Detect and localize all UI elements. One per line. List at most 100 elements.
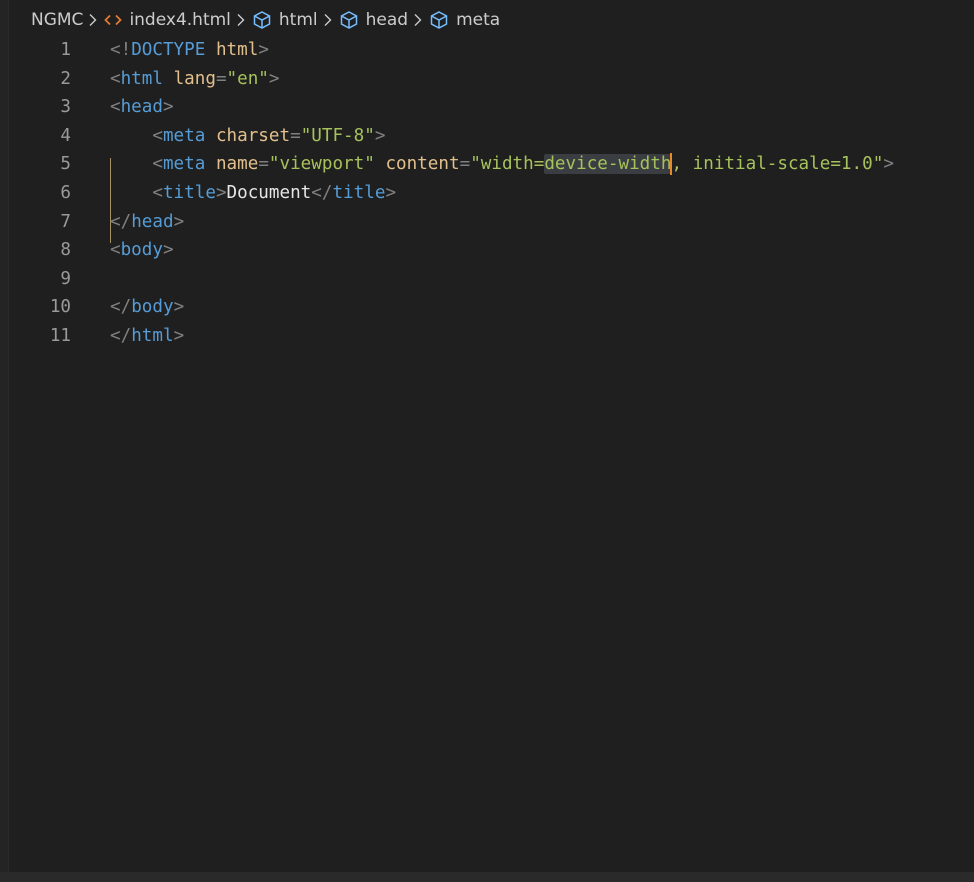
tag-bracket: > — [258, 40, 269, 60]
tag-bracket: > — [173, 211, 185, 232]
tag-bracket: > — [162, 240, 174, 261]
code-line[interactable]: 3 <head> — [0, 93, 974, 122]
tag-bracket: > — [374, 125, 386, 146]
line-number: 8 — [60, 240, 71, 261]
code-text: <meta name="viewport" content="width=dev… — [110, 150, 894, 179]
line-number: 4 — [60, 125, 71, 146]
breadcrumb-label: head — [365, 10, 409, 30]
tag-name: meta — [162, 154, 206, 175]
tag-bracket: < — [110, 97, 121, 118]
code-line[interactable]: 5 <meta name="viewport" content="width=d… — [0, 150, 974, 179]
symbol-element-icon — [339, 10, 359, 30]
attribute-value: "UTF-8" — [300, 125, 375, 146]
attribute-name: name — [215, 154, 259, 175]
tag-bracket: < — [110, 240, 121, 261]
line-number: 7 — [60, 211, 71, 232]
tag-bracket: < — [152, 182, 163, 203]
chevron-right-icon — [323, 13, 333, 27]
attribute-value: "en" — [226, 68, 269, 89]
tag-bracket: < — [152, 125, 163, 146]
equals-sign: = — [215, 68, 227, 89]
line-number: 11 — [49, 325, 71, 346]
tag-name: DOCTYPE — [131, 40, 206, 60]
tag-name: html — [120, 68, 163, 89]
tag-bracket: > — [173, 297, 185, 318]
doctype-keyword: html — [215, 40, 259, 60]
code-text: </body> — [110, 293, 184, 322]
line-number: 10 — [49, 297, 71, 318]
breadcrumb-label: index4.html — [129, 10, 231, 30]
code-text: </head> — [110, 208, 184, 237]
tag-name: body — [131, 297, 174, 318]
attribute-value: , initial-scale=1.0" — [671, 154, 884, 175]
tag-bracket: < — [152, 154, 163, 175]
code-text: <meta charset="UTF-8"> — [110, 122, 385, 151]
code-line[interactable]: 6 <title>Document</title> — [0, 179, 974, 208]
text-content: Document — [226, 182, 312, 203]
tag-bracket: < — [110, 68, 121, 89]
tag-bracket: </ — [110, 325, 132, 346]
symbol-element-icon — [429, 10, 449, 30]
tag-name: meta — [162, 125, 206, 146]
status-bar — [0, 872, 974, 882]
tag-bracket: </ — [110, 211, 132, 232]
tag-bracket: </ — [110, 297, 132, 318]
symbol-element-icon — [252, 10, 272, 30]
tag-bracket: > — [215, 182, 227, 203]
equals-sign: = — [258, 154, 269, 175]
code-editor[interactable]: 1 <!DOCTYPE html> 2 <html lang="en"> 3 <head>… — [0, 36, 974, 351]
line-number: 3 — [60, 97, 71, 118]
tag-name: head — [120, 97, 163, 118]
html-file-icon — [104, 13, 123, 27]
tag-bracket: <! — [110, 40, 132, 60]
code-text: <body> — [110, 236, 174, 265]
code-text: <head> — [110, 93, 174, 122]
tag-bracket: > — [268, 68, 280, 89]
breadcrumb-item-folder[interactable]: NGMC — [31, 10, 83, 30]
attribute-value: "width= — [470, 154, 545, 175]
code-line[interactable]: 4 <meta charset="UTF-8"> — [0, 122, 974, 151]
attribute-name: lang — [173, 68, 216, 89]
code-line[interactable]: 9 — [0, 265, 974, 294]
tag-name: title — [332, 182, 386, 203]
equals-sign: = — [459, 154, 471, 175]
attribute-name: charset — [215, 125, 291, 146]
breadcrumb-label: html — [278, 10, 318, 30]
tag-bracket: > — [173, 325, 185, 346]
attribute-name: content — [385, 154, 460, 175]
editor-window: NGMC index4.html html head meta 1 <!DOCT… — [0, 0, 974, 882]
breadcrumb-item-html[interactable]: html — [252, 10, 318, 30]
equals-sign: = — [290, 125, 301, 146]
code-line[interactable]: 11 </html> — [0, 322, 974, 351]
tag-bracket: > — [883, 154, 894, 175]
code-line[interactable]: 8 <body> — [0, 236, 974, 265]
tag-bracket: </ — [311, 182, 333, 203]
tag-name: head — [131, 211, 174, 232]
code-text: <html lang="en"> — [110, 65, 280, 94]
breadcrumb: NGMC index4.html html head meta — [31, 0, 500, 40]
code-text: <title>Document</title> — [110, 179, 396, 208]
breadcrumb-item-meta[interactable]: meta — [429, 10, 500, 30]
line-number: 6 — [60, 182, 71, 203]
text-selection: device-width — [544, 154, 672, 175]
chevron-right-icon — [236, 13, 246, 27]
chevron-right-icon — [88, 13, 98, 27]
breadcrumb-label: NGMC — [31, 10, 84, 30]
tag-name: html — [131, 325, 174, 346]
breadcrumb-item-head[interactable]: head — [339, 10, 408, 30]
line-number: 2 — [60, 68, 71, 89]
breadcrumb-label: meta — [456, 10, 501, 30]
code-line[interactable]: 2 <html lang="en"> — [0, 65, 974, 94]
tag-name: title — [162, 182, 216, 203]
tag-bracket: > — [385, 182, 397, 203]
breadcrumb-item-file[interactable]: index4.html — [104, 10, 231, 30]
code-line[interactable]: 7 </head> — [0, 208, 974, 237]
code-line[interactable]: 10 </body> — [0, 293, 974, 322]
line-number: 1 — [60, 40, 71, 60]
chevron-right-icon — [413, 13, 423, 27]
tag-bracket: > — [162, 97, 174, 118]
code-text: </html> — [110, 322, 184, 351]
line-number: 9 — [60, 268, 71, 289]
line-number: 5 — [60, 154, 71, 175]
code-line[interactable]: 1 <!DOCTYPE html> — [0, 36, 974, 65]
